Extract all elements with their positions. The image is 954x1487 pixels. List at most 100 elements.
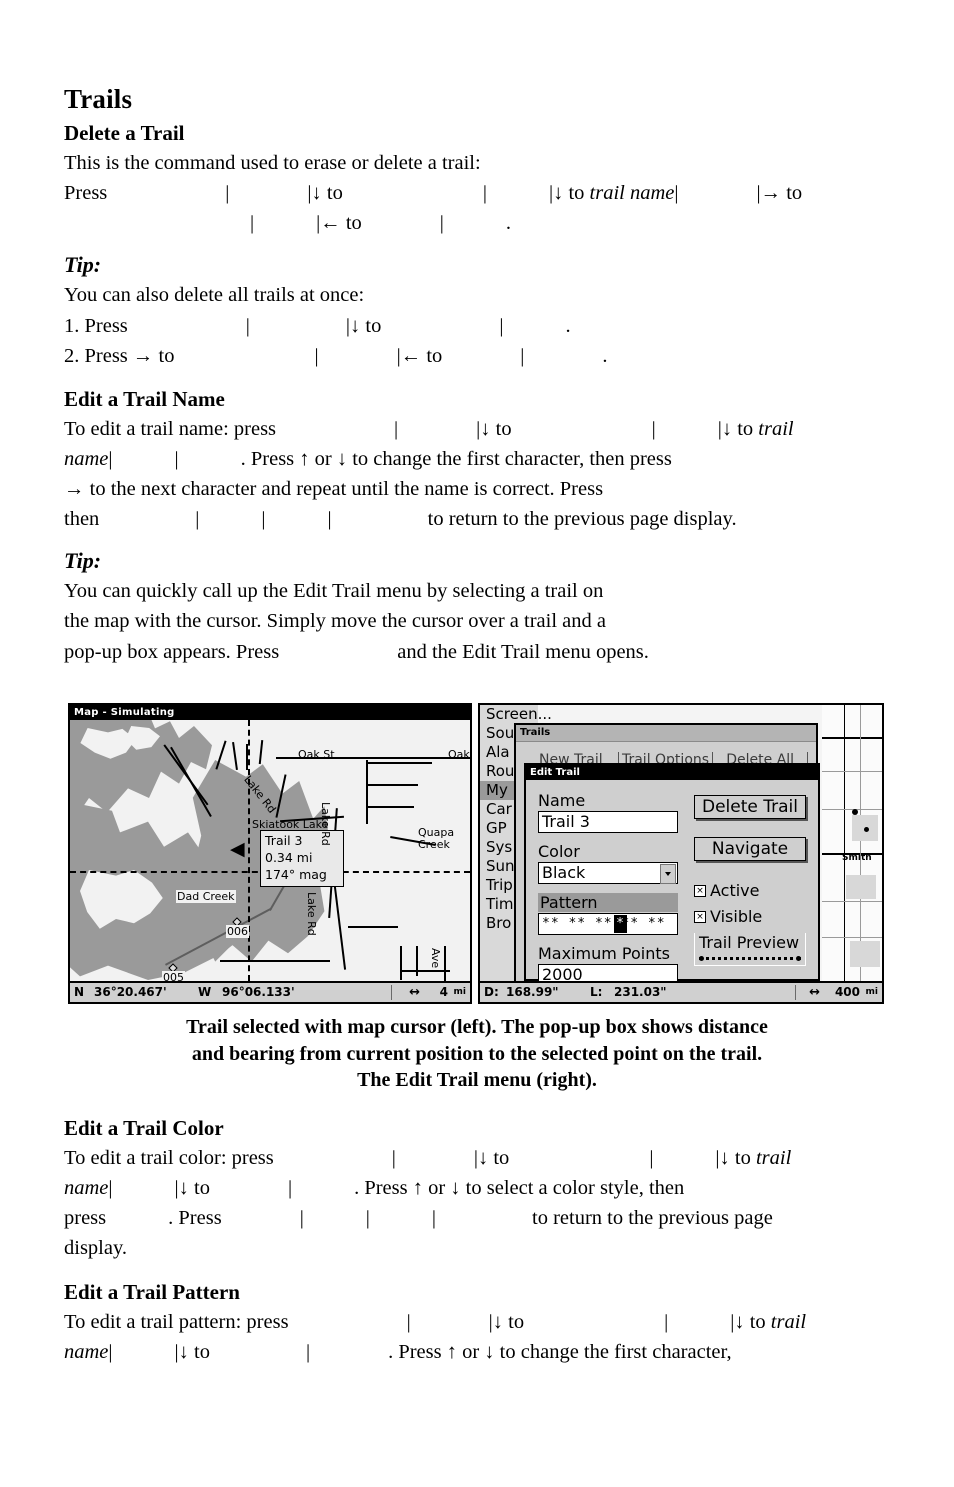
etn-lead: To edit a trail name: press <box>64 417 277 440</box>
tip1-period-2: . <box>602 344 608 367</box>
down-arrow-icon: ↓ <box>721 417 733 440</box>
tip1-period-1: . <box>565 314 571 337</box>
active-label: Active <box>710 881 760 900</box>
name-label: Name <box>538 791 586 810</box>
key-separator: | <box>499 314 504 337</box>
map-label-skiatook-lake: Skiatook Lake <box>252 818 329 831</box>
to-label-3: to <box>786 182 803 205</box>
tip1-step1-label: 1. Press <box>64 314 128 337</box>
page-content-lower: Edit a Trail Color To edit a trail color… <box>64 1110 890 1367</box>
to-label-1: to <box>326 182 343 205</box>
down-arrow-icon: ↓ <box>480 417 491 440</box>
tip1-item-2: 2. Press → to | |← to |. <box>64 341 890 371</box>
maximum-points-input[interactable]: 2000 <box>538 964 678 981</box>
trail-italic-3: trail <box>770 1310 807 1333</box>
map-cursor-arrow: ◀ <box>230 838 245 860</box>
popup-bearing: 174° mag <box>265 867 327 882</box>
road <box>366 760 368 824</box>
down-arrow-icon: ↓ <box>178 1177 189 1200</box>
status-range-unit: mi <box>453 987 466 997</box>
status-longitude: 96°06.133' <box>222 985 295 999</box>
preview-endpoint-dot <box>796 956 801 961</box>
waypoint-label-005: 005 <box>162 971 185 981</box>
down-arrow-icon: ↓ <box>477 1147 489 1169</box>
down-arrow-icon: ↓ <box>350 314 361 337</box>
trail-preview-line <box>699 956 801 961</box>
down-arrow-icon: ↓ <box>719 1147 730 1169</box>
key-separator: | <box>327 508 332 531</box>
key-separator: | <box>664 1310 669 1333</box>
map-statusbar: N 36°20.467' W 96°06.133' ↔ 4 mi <box>70 981 470 1002</box>
visible-checkbox-row[interactable]: × Visible <box>694 907 806 926</box>
section-heading-edit-a-trail-color: Edit a Trail Color <box>64 1116 224 1140</box>
color-select[interactable]: Black <box>538 862 678 884</box>
key-separator: | <box>299 1207 304 1230</box>
map-line <box>822 937 882 938</box>
delete-trail-intro: This is the command used to erase or del… <box>64 152 481 174</box>
status-lat-hemisphere: N <box>74 985 85 999</box>
map-line <box>822 771 882 772</box>
etn-next-char: → to the next character and repeat until… <box>64 478 604 500</box>
navigate-button[interactable]: Navigate <box>694 837 806 861</box>
etc-press-color: . Press ↑ or ↓ to select a color style, … <box>354 1177 685 1200</box>
pattern-edit-cursor: * <box>614 915 627 933</box>
status-range-value: 400 <box>834 985 860 999</box>
tip1-step2-label: 2. Press <box>64 344 128 367</box>
etn-to-1: to <box>495 417 512 440</box>
section-heading-edit-a-trail-pattern: Edit a Trail Pattern <box>64 1279 240 1304</box>
range-icon: ↔ <box>409 985 420 1000</box>
road <box>400 970 450 972</box>
name-input[interactable]: Trail 3 <box>538 811 678 833</box>
key-separator: | <box>439 212 444 235</box>
key-separator: | <box>108 447 113 470</box>
road <box>366 762 432 764</box>
section-heading-delete-a-trail: Delete a Trail <box>64 121 185 145</box>
right-arrow-icon: → <box>132 344 154 367</box>
delete-trail-button[interactable]: Delete Trail <box>694 795 806 819</box>
status-d-value: 168.99" <box>506 985 559 999</box>
caption-line-3: The Edit Trail menu (right). <box>357 1069 597 1092</box>
down-arrow-icon: ↓ <box>553 182 564 205</box>
key-separator: | <box>225 182 230 205</box>
pattern-input[interactable]: ** ** ** ** ** * <box>538 913 678 935</box>
status-l-label: L: <box>590 985 603 999</box>
tip2-line-2: the map with the cursor. Simply move the… <box>64 610 606 633</box>
waypoint-marker <box>168 958 178 973</box>
map-label-lake-rd-3: Lake Rd <box>305 892 318 936</box>
tip2-line-1: You can quickly call up the Edit Trail m… <box>64 580 604 603</box>
map-city-dot <box>864 827 869 832</box>
etc-return: to return to the previous page <box>532 1207 773 1230</box>
key-separator: | <box>406 1310 411 1333</box>
key-separator: | <box>261 508 266 531</box>
press-label: Press <box>64 182 108 205</box>
section-heading-edit-a-trail-name: Edit a Trail Name <box>64 386 225 411</box>
etp-to-1: to <box>508 1310 525 1333</box>
tip1-item-1: 1. Press | |↓ to |. <box>64 311 890 341</box>
menu-item-screen[interactable]: Screen... <box>480 705 552 724</box>
to-label-4: to <box>345 212 362 235</box>
tip1-intro: You can also delete all trails at once: <box>64 284 365 307</box>
map-shade <box>846 875 876 899</box>
trail-preview-group: Trail Preview <box>694 933 806 966</box>
waypoint-label-006: 006 <box>226 925 249 938</box>
active-checkbox-row[interactable]: × Active <box>694 881 806 900</box>
key-separator: | <box>651 417 656 440</box>
edit-trail-pattern-body: To edit a trail pattern: press | |↓ to | |↓ … <box>64 1307 890 1367</box>
key-separator: | <box>195 508 200 531</box>
pattern-label: Pattern <box>538 893 678 912</box>
etc-press2: . Press <box>168 1207 222 1230</box>
checkbox-icon[interactable]: × <box>694 884 706 897</box>
period-1: . <box>505 212 512 235</box>
chevron-down-icon[interactable] <box>660 864 676 884</box>
color-selected-value: Black <box>542 863 586 882</box>
road <box>366 784 418 786</box>
checkbox-icon[interactable]: × <box>694 910 706 923</box>
road <box>444 946 446 981</box>
etc-to-1: to <box>493 1147 510 1169</box>
tip2-line-3: pop-up box appears. Press and the Edit Tr… <box>64 637 890 667</box>
key-separator: | <box>250 212 255 235</box>
down-arrow-icon: ↓ <box>311 182 322 205</box>
etc-to-3: to <box>194 1177 210 1200</box>
road <box>232 742 238 770</box>
key-separator: | <box>674 182 679 205</box>
